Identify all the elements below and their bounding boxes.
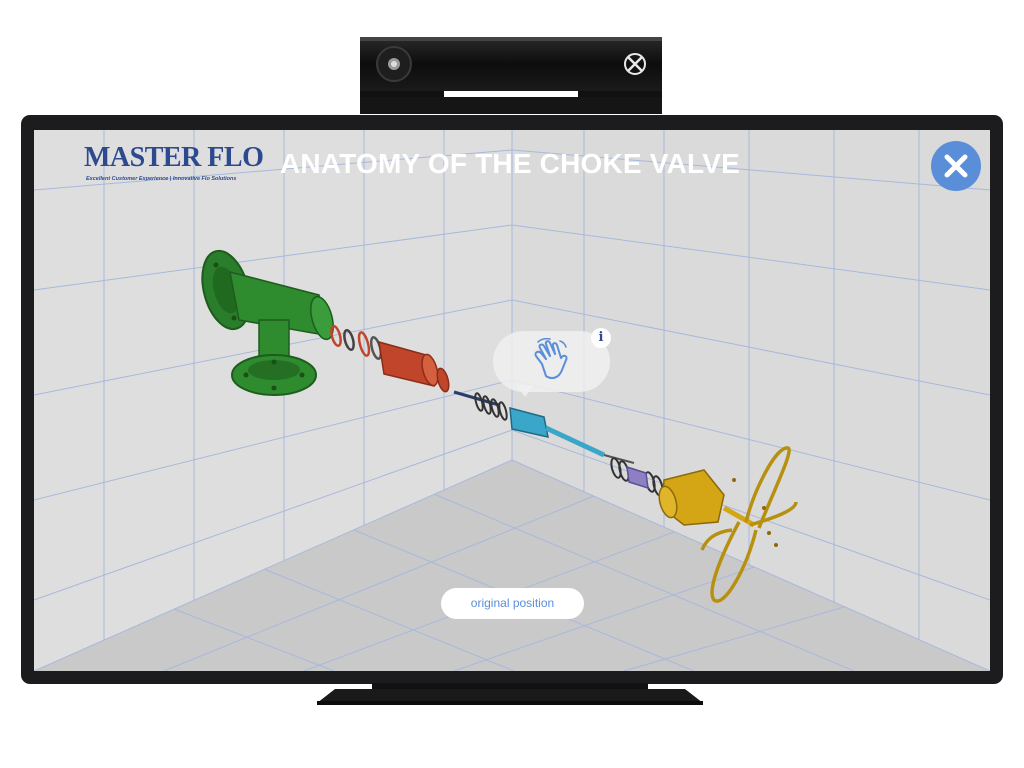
master-flo-logo: MASTER FLO Excellent Customer Experience… bbox=[84, 142, 264, 190]
info-button[interactable]: i bbox=[591, 328, 611, 348]
gesture-hint-tail bbox=[516, 385, 534, 397]
tv-stand bbox=[317, 683, 703, 705]
logo-tagline: Excellent Customer Experience | Innovati… bbox=[86, 176, 237, 182]
close-button[interactable] bbox=[931, 141, 981, 191]
close-icon bbox=[944, 154, 968, 178]
stem-assembly[interactable] bbox=[453, 390, 635, 464]
original-position-button[interactable]: original position bbox=[441, 588, 584, 619]
bonnet-springs[interactable] bbox=[610, 457, 665, 497]
hand-grab-icon bbox=[534, 338, 568, 379]
page-title: ANATOMY OF THE CHOKE VALVE bbox=[280, 148, 740, 179]
app-screen: MASTER FLO Excellent Customer Experience… bbox=[34, 130, 990, 671]
valve-body[interactable] bbox=[194, 246, 337, 396]
logo-wordmark: MASTER FLO bbox=[84, 142, 264, 173]
seal-rings[interactable] bbox=[330, 325, 383, 360]
kinect-sensor bbox=[360, 37, 662, 114]
seat-cage[interactable] bbox=[378, 340, 451, 393]
handwheel-actuator[interactable] bbox=[656, 446, 798, 603]
